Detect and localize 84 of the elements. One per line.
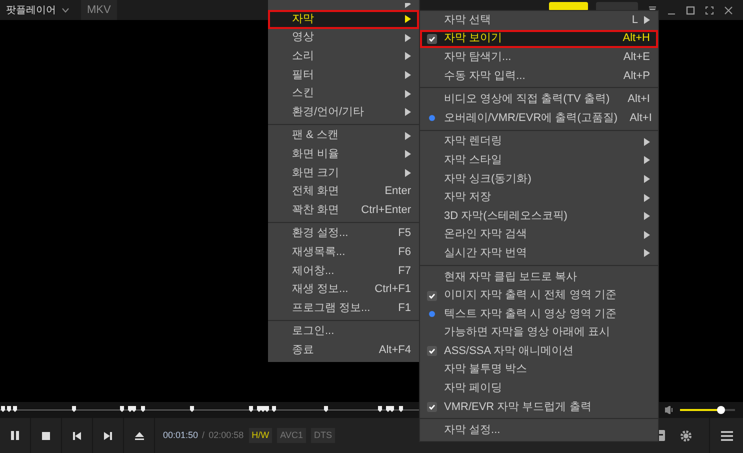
menu-item[interactable]: 자막 스타일 xyxy=(420,151,658,170)
menu-item[interactable]: 자막 불투명 박스 xyxy=(420,360,658,380)
menu-item[interactable]: 제어창... F7 xyxy=(268,262,419,280)
menu-item[interactable]: 화면 비율 xyxy=(268,145,419,164)
submenu-arrow-icon xyxy=(405,150,411,158)
next-icon[interactable] xyxy=(104,432,112,440)
menu-item[interactable]: ASS/SSA 자막 애니메이션 xyxy=(420,342,658,361)
menu-item[interactable]: 재생 정보... Ctrl+F1 xyxy=(268,280,419,299)
speaker-icon[interactable] xyxy=(665,406,674,414)
submenu-arrow-icon xyxy=(405,90,411,98)
menu-item[interactable]: 재생목록... F6 xyxy=(268,243,419,262)
menu-item[interactable]: 자막 보이기 Alt+H xyxy=(420,30,658,48)
codec-badge: AVC1 xyxy=(277,428,306,444)
close-icon[interactable] xyxy=(724,6,733,14)
fullscreen-icon[interactable] xyxy=(705,6,714,14)
previous-icon[interactable] xyxy=(73,432,81,440)
menu-item[interactable]: 영상 xyxy=(268,28,419,48)
menu-item[interactable]: VMR/EVR 자막 부드럽게 출력 xyxy=(420,398,658,416)
menu-item[interactable]: 로그인... xyxy=(268,322,419,342)
menu-item[interactable]: 온라인 자막 검색 xyxy=(420,226,658,244)
menu-item[interactable]: 실시간 자막 번역 xyxy=(420,244,658,263)
menu-item[interactable]: 필터 xyxy=(268,66,419,84)
submenu-arrow-icon xyxy=(405,2,411,8)
stop-icon[interactable] xyxy=(42,432,50,440)
menu-item[interactable]: 종료 Alt+F4 xyxy=(268,341,419,360)
menu-item[interactable]: 자막 선택 L xyxy=(420,11,658,30)
submenu-arrow-icon xyxy=(644,194,650,202)
radio-dot-icon xyxy=(429,115,435,122)
menu-item[interactable]: 수동 자막 입력... Alt+P xyxy=(420,66,658,86)
menu-item[interactable]: 전체 화면 Enter xyxy=(268,182,419,201)
menu-item[interactable]: 자막 xyxy=(268,10,419,29)
submenu-arrow-icon xyxy=(644,212,650,220)
pause-icon[interactable] xyxy=(11,431,19,440)
submenu-arrow-icon xyxy=(405,34,411,42)
menu-item[interactable]: 자막 탐색기... Alt+E xyxy=(420,48,658,67)
menu-item[interactable]: 자막 설정... xyxy=(420,421,658,440)
chevron-down-icon[interactable] xyxy=(62,8,69,12)
submenu-arrow-icon xyxy=(644,175,650,184)
menu-item[interactable]: 오버레이/VMR/EVR에 출력(고품질) Alt+I xyxy=(420,108,658,128)
menu-item[interactable]: 환경/언어/기타 xyxy=(268,102,419,122)
menu-icon[interactable] xyxy=(720,430,732,440)
checkmark-icon xyxy=(427,402,437,412)
total-time: 02:00:58 xyxy=(208,428,244,442)
submenu-arrow-icon xyxy=(405,71,411,80)
menu-item[interactable]: 가능하면 자막을 영상 아래에 표시 xyxy=(420,324,658,342)
submenu-arrow-icon xyxy=(405,132,411,140)
menu-item[interactable]: 이미지 자막 출력 시 전체 영역 기준 xyxy=(420,286,658,305)
menu-item[interactable]: 팬 & 스캔 xyxy=(268,126,419,146)
volume-thumb[interactable] xyxy=(717,406,726,414)
submenu-arrow-icon xyxy=(405,169,411,178)
menu-item[interactable]: 3D 자막(스테레오스코픽) xyxy=(420,206,658,226)
settings-icon[interactable] xyxy=(680,430,692,442)
checkmark-icon xyxy=(427,290,437,301)
submenu-arrow-icon xyxy=(644,138,650,146)
menu-item[interactable]: 자막 저장 xyxy=(420,188,658,207)
menu-item[interactable]: 꽉찬 화면 Ctrl+Enter xyxy=(268,200,419,220)
maximize-icon[interactable] xyxy=(686,6,695,14)
submenu-arrow-icon xyxy=(405,52,411,60)
submenu-arrow-icon xyxy=(405,108,411,116)
menu-item[interactable]: 현재 자막 클립 보드로 복사 xyxy=(420,268,658,286)
menu-item[interactable]: 텍스트 자막 출력 시 영상 영역 기준 xyxy=(420,304,658,324)
app-name[interactable]: 팟플레이어 xyxy=(0,2,56,18)
menu-item[interactable]: 환경 설정... F5 xyxy=(268,224,419,244)
checkmark-icon xyxy=(427,34,437,44)
menu-item[interactable]: 자막 싱크(동기화) xyxy=(420,170,658,188)
time-separator: / xyxy=(202,428,205,442)
submenu-arrow-icon xyxy=(644,16,650,24)
menu-item[interactable]: 소리 xyxy=(268,47,419,66)
submenu-arrow-icon xyxy=(644,249,650,258)
menu-item[interactable]: 화면 크기 xyxy=(268,164,419,182)
menu-item[interactable]: 자막 페이딩 xyxy=(420,379,658,398)
menu-item[interactable]: 자막 렌더링 xyxy=(420,132,658,152)
menu-item[interactable]: 프로그램 정보... F1 xyxy=(268,298,419,318)
menu-item[interactable]: 스킨 xyxy=(268,84,419,103)
format-label: MKV xyxy=(81,0,117,20)
eject-icon[interactable] xyxy=(134,432,144,440)
checkmark-icon xyxy=(427,346,437,356)
codec-badge: H/W xyxy=(248,428,272,444)
codec-badge: DTS xyxy=(310,428,335,444)
submenu-arrow-icon xyxy=(644,156,650,164)
radio-dot-icon xyxy=(429,311,435,318)
current-time: 00:01:50 xyxy=(163,428,198,442)
submenu-arrow-icon xyxy=(644,230,650,239)
menu-item[interactable]: 비디오 영상에 직접 출력(TV 출력) Alt+I xyxy=(420,90,658,109)
